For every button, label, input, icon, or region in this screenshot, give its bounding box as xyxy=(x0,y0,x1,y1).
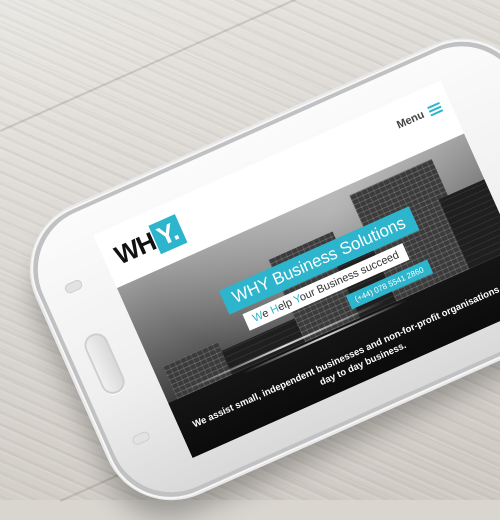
menu-button[interactable]: Menu xyxy=(395,101,444,132)
menu-label: Menu xyxy=(395,108,427,132)
recent-apps-key[interactable] xyxy=(130,430,152,447)
hamburger-icon xyxy=(427,101,444,117)
home-button[interactable] xyxy=(80,329,129,398)
back-key[interactable] xyxy=(63,278,84,295)
